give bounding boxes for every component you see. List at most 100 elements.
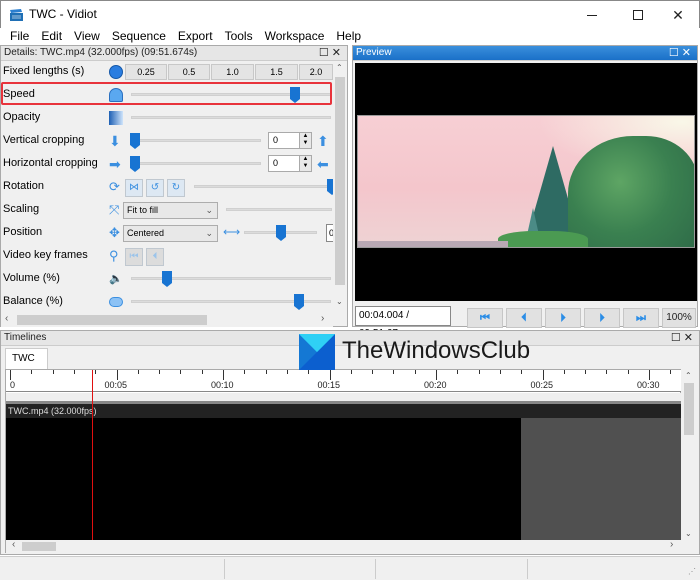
float-icon[interactable]: ☐	[671, 332, 684, 344]
close-panel-icon[interactable]: ✕	[332, 47, 344, 59]
speed-slider-thumb[interactable]	[290, 87, 300, 103]
resize-grip-icon[interactable]: ⋰	[688, 567, 696, 576]
preview-canvas[interactable]	[355, 63, 697, 301]
clock-icon	[109, 65, 123, 79]
timeline-vertical-scrollbar[interactable]: ⌃ ⌄	[681, 369, 697, 553]
row-opacity: Opacity	[1, 107, 331, 129]
status-divider	[224, 559, 225, 579]
position-select[interactable]: Centered ⌄	[123, 225, 218, 242]
menu-edit[interactable]: Edit	[35, 28, 68, 45]
timeline-horizontal-scrollbar[interactable]: ‹ ›	[6, 539, 682, 553]
horizontal-cropping-spinner[interactable]: 0 ▲ ▼	[268, 155, 312, 172]
close-panel-icon[interactable]: ✕	[684, 332, 696, 344]
arrow-up-icon[interactable]: ⬆	[317, 133, 329, 150]
timeline-v-scroll-thumb[interactable]	[684, 383, 694, 435]
ruler-minor-tick	[201, 370, 203, 374]
spin-buttons[interactable]: ▲ ▼	[299, 133, 311, 148]
opacity-slider[interactable]	[131, 116, 331, 119]
play-button[interactable]: ⏵	[545, 308, 581, 328]
fixed-length-1-0[interactable]: 1.0	[211, 64, 254, 80]
h-scroll-thumb[interactable]	[17, 315, 207, 325]
details-vertical-scrollbar[interactable]: ⌃ ⌄	[333, 61, 347, 313]
video-frame	[357, 115, 695, 248]
menu-export[interactable]: Export	[172, 28, 219, 45]
flip-button[interactable]: ⋈	[125, 179, 143, 197]
timeline-area[interactable]: 0 00:05 00:10 00:15 00:20 00:25 00:30 TWC.mp4 …	[5, 369, 693, 553]
speed-slider[interactable]	[131, 93, 331, 96]
speaker-icon: 🔈	[109, 273, 123, 285]
menu-help[interactable]: Help	[330, 28, 367, 45]
rotate-right-button[interactable]: ↻	[167, 179, 185, 197]
go-to-end-button[interactable]: ⏭	[623, 308, 659, 328]
volume-thumb[interactable]	[162, 271, 172, 287]
fixed-length-0-5[interactable]: 0.5	[168, 64, 210, 80]
tab-twc[interactable]: TWC	[5, 348, 48, 369]
scaling-slider[interactable]	[226, 208, 332, 211]
menu-workspace[interactable]: Workspace	[259, 28, 331, 45]
menu-sequence[interactable]: Sequence	[106, 28, 172, 45]
fixed-length-2-0[interactable]: 2.0	[299, 64, 333, 80]
previous-keyframe-button[interactable]: ⏴	[146, 248, 164, 266]
close-icon: ✕	[672, 6, 684, 23]
horizontal-arrows-icon: ⟷	[223, 225, 241, 239]
close-button[interactable]: ✕	[655, 1, 700, 29]
scaling-select[interactable]: Fit to fill ⌄	[123, 202, 218, 219]
menu-file[interactable]: File	[4, 28, 35, 45]
rotate-left-button[interactable]: ↺	[146, 179, 164, 197]
skip-start-icon: ⏮	[129, 251, 139, 262]
details-horizontal-scrollbar[interactable]: ‹ ›	[1, 313, 333, 327]
minimize-button[interactable]	[569, 1, 615, 29]
rotate-right-icon: ↻	[171, 182, 181, 193]
float-icon[interactable]: ☐	[319, 47, 332, 59]
menu-tools[interactable]: Tools	[219, 28, 259, 45]
position-thumb[interactable]	[276, 225, 286, 241]
arrow-left-icon[interactable]: ⬅	[317, 156, 329, 173]
timeline-h-scroll-thumb[interactable]	[22, 542, 56, 551]
position-value-field[interactable]: 0	[326, 224, 333, 242]
ruler-major-tick	[649, 370, 650, 380]
float-icon[interactable]: ☐	[669, 47, 682, 59]
fixed-length-1-5[interactable]: 1.5	[255, 64, 298, 80]
balance-thumb[interactable]	[294, 294, 304, 310]
rotation-slider[interactable]	[194, 185, 332, 188]
menu-bar: File Edit View Sequence Export Tools Wor…	[0, 28, 700, 45]
scroll-down-icon[interactable]: ⌄	[336, 297, 343, 306]
ruler-major-tick	[116, 370, 118, 380]
menu-view[interactable]: View	[68, 28, 106, 45]
scroll-right-icon[interactable]: ›	[321, 313, 324, 324]
scroll-down-icon[interactable]: ⌄	[685, 529, 692, 538]
vertical-cropping-slider[interactable]	[131, 139, 261, 142]
scroll-up-icon[interactable]: ⌃	[685, 371, 692, 380]
volume-slider[interactable]	[131, 277, 331, 280]
row-video-key-frames: Video key frames ⚲ ⏮ ⏴	[1, 245, 331, 267]
ruler-minor-tick	[286, 370, 288, 374]
scroll-left-icon[interactable]: ‹	[12, 539, 15, 550]
ruler-minor-tick	[159, 370, 161, 374]
flip-icon: ⋈	[129, 182, 139, 193]
ruler-minor-tick	[457, 370, 459, 374]
zoom-button[interactable]: 100%	[662, 308, 696, 328]
horizontal-cropping-slider[interactable]	[131, 162, 261, 165]
fixed-length-0-25[interactable]: 0.25	[125, 64, 167, 80]
scroll-thumb[interactable]	[335, 77, 345, 285]
go-to-start-button[interactable]: ⏮	[467, 308, 503, 328]
playhead-cursor[interactable]	[92, 370, 93, 540]
scroll-up-icon[interactable]: ⌃	[336, 63, 343, 72]
row-volume: Volume (%) 🔈	[1, 268, 331, 290]
vertical-cropping-thumb[interactable]	[130, 133, 140, 149]
next-frame-button[interactable]: ⏵	[584, 308, 620, 328]
row-position: Position ✥ Centered ⌄ ⟷ 0	[1, 222, 333, 244]
video-clip[interactable]	[6, 418, 521, 540]
row-balance: Balance (%)	[1, 291, 331, 313]
close-panel-icon[interactable]: ✕	[682, 47, 694, 59]
first-keyframe-button[interactable]: ⏮	[125, 248, 143, 266]
vertical-cropping-spinner[interactable]: 0 ▲ ▼	[268, 132, 312, 149]
scroll-right-icon[interactable]: ›	[670, 539, 673, 550]
horizontal-cropping-thumb[interactable]	[130, 156, 140, 172]
timeline-ruler[interactable]: 0 00:05 00:10 00:15 00:20 00:25 00:30	[6, 370, 693, 392]
spin-buttons[interactable]: ▲ ▼	[299, 156, 311, 171]
status-bar: ⋰	[0, 556, 700, 580]
previous-frame-button[interactable]: ⏴	[506, 308, 542, 328]
scroll-left-icon[interactable]: ‹	[5, 313, 8, 324]
label-fixed-lengths: Fixed lengths (s)	[3, 65, 85, 77]
